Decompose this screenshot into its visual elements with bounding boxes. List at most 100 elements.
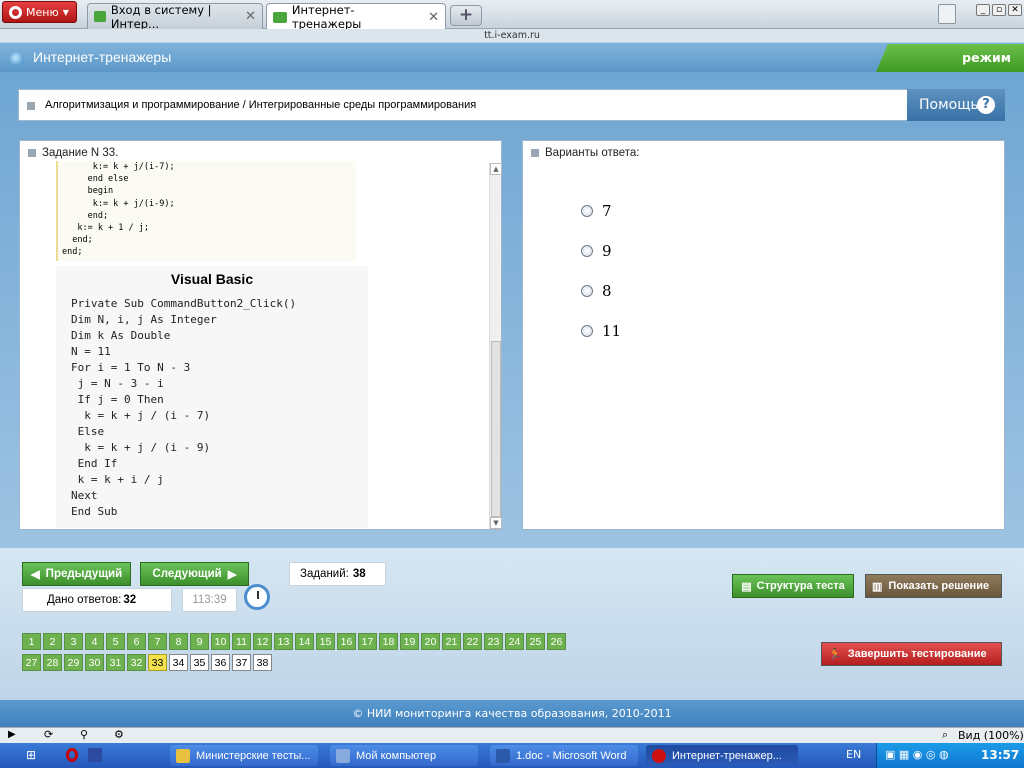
answer-option[interactable]: 11 [581, 322, 621, 340]
task-number[interactable]: 24 [505, 633, 524, 650]
tab-trainers[interactable]: Интернет-тренажеры ✕ [266, 3, 446, 31]
scroll-up-icon[interactable]: ▲ [490, 163, 502, 175]
settings-icon[interactable]: ⚙ [114, 728, 124, 741]
code-line: end; [62, 235, 93, 246]
task-number[interactable]: 35 [190, 654, 209, 671]
answer-option[interactable]: 8 [581, 282, 612, 300]
task-number[interactable]: 36 [211, 654, 230, 671]
vb-code-block: Visual Basic Private Sub CommandButton2_… [56, 266, 368, 528]
share-icon[interactable]: ⚲ [80, 728, 88, 741]
task-item[interactable]: 1.doc - Microsoft Word [490, 745, 638, 766]
finish-label: Завершить тестирование [847, 648, 987, 660]
vb-code: Private Sub CommandButton2_Click() Dim N,… [71, 296, 296, 520]
language-indicator[interactable]: EN [846, 748, 861, 761]
code-line: end else [62, 174, 129, 185]
refresh-icon[interactable]: ⟳ [44, 728, 53, 741]
task-scrollbar[interactable]: ▲ ▼ [489, 163, 502, 529]
scroll-down-icon[interactable]: ▼ [490, 517, 502, 529]
task-number[interactable]: 12 [253, 633, 272, 650]
task-number[interactable]: 20 [421, 633, 440, 650]
option-label: 8 [602, 282, 612, 300]
task-number[interactable]: 30 [85, 654, 104, 671]
next-button[interactable]: Следующий ▶ [140, 562, 249, 586]
task-number[interactable]: 2 [43, 633, 62, 650]
task-number[interactable]: 5 [106, 633, 125, 650]
tab-login[interactable]: Вход в систему | Интер... ✕ [87, 3, 263, 31]
task-number[interactable]: 21 [442, 633, 461, 650]
task-number[interactable]: 13 [274, 633, 293, 650]
task-number[interactable]: 26 [547, 633, 566, 650]
task-number[interactable]: 11 [232, 633, 251, 650]
restore-button[interactable]: ▫ [992, 4, 1006, 16]
opera-quicklaunch-icon[interactable] [66, 748, 78, 762]
trash-icon[interactable] [938, 4, 956, 24]
finish-button[interactable]: 🏃 Завершить тестирование [821, 642, 1002, 666]
address-bar[interactable]: tt.i-exam.ru [0, 29, 1024, 42]
quicklaunch-icon[interactable] [88, 748, 102, 762]
task-number[interactable]: 29 [64, 654, 83, 671]
tasks-count-box: Заданий: 38 [289, 562, 386, 586]
radio-button[interactable] [581, 325, 593, 337]
radio-button[interactable] [581, 205, 593, 217]
task-number[interactable]: 6 [127, 633, 146, 650]
task-number[interactable]: 27 [22, 654, 41, 671]
scroll-thumb[interactable] [491, 341, 501, 517]
task-number[interactable]: 15 [316, 633, 335, 650]
close-tab-icon[interactable]: ✕ [245, 9, 256, 24]
task-number[interactable]: 31 [106, 654, 125, 671]
answer-option[interactable]: 9 [581, 242, 612, 260]
close-window-button[interactable]: ✕ [1008, 4, 1022, 16]
task-number[interactable]: 38 [253, 654, 272, 671]
computer-icon [336, 748, 350, 763]
task-item[interactable]: Мой компьютер [330, 745, 478, 766]
tray-icons[interactable]: ▣ ▦ ◉ ◎ ◍ [885, 748, 949, 761]
radio-button[interactable] [581, 245, 593, 257]
task-number[interactable]: 34 [169, 654, 188, 671]
task-number[interactable]: 7 [148, 633, 167, 650]
structure-button[interactable]: ▤ Структура теста [732, 574, 854, 598]
new-tab-button[interactable]: + [450, 5, 482, 26]
code-line: k:= k + 1 / j; [62, 223, 149, 234]
task-item[interactable]: Интернет-тренажер... [646, 745, 798, 766]
code-line: end; [62, 210, 109, 221]
panel-toggle-icon[interactable]: ▶ [8, 729, 16, 740]
vb-title: Visual Basic [170, 271, 254, 287]
task-number[interactable]: 22 [463, 633, 482, 650]
code-line: k:= k + j/(i-9); [62, 198, 175, 209]
browser-tabbar: Меню ▼ Вход в систему | Интер... ✕ Интер… [0, 0, 1024, 31]
task-number[interactable]: 28 [43, 654, 62, 671]
task-item[interactable]: Министерские тесты... [170, 745, 318, 766]
task-number[interactable]: 1 [22, 633, 41, 650]
task-number[interactable]: 17 [358, 633, 377, 650]
minimize-button[interactable]: _ [976, 4, 990, 16]
tasks-label: Заданий: [300, 568, 349, 580]
close-tab-icon[interactable]: ✕ [428, 10, 439, 25]
zoom-level[interactable]: Вид (100%) [958, 729, 1024, 742]
task-number[interactable]: 8 [169, 633, 188, 650]
task-number[interactable]: 19 [400, 633, 419, 650]
task-panel: Задание N 33. k:= k + j/(i-7); end else … [19, 140, 502, 530]
task-number[interactable]: 3 [64, 633, 83, 650]
radio-button[interactable] [581, 285, 593, 297]
start-icon[interactable]: ⊞ [26, 748, 36, 762]
task-number[interactable]: 16 [337, 633, 356, 650]
task-number[interactable]: 9 [190, 633, 209, 650]
prev-button[interactable]: ◀ Предыдущий [22, 562, 131, 586]
task-label: 1.doc - Microsoft Word [516, 749, 627, 762]
task-number[interactable]: 14 [295, 633, 314, 650]
bullet-square-icon [28, 148, 36, 157]
task-number[interactable]: 25 [526, 633, 545, 650]
task-number[interactable]: 23 [484, 633, 503, 650]
task-number[interactable]: 37 [232, 654, 251, 671]
task-number[interactable]: 10 [211, 633, 230, 650]
answer-option[interactable]: 7 [581, 202, 612, 220]
zoom-icon[interactable]: ⌕ [942, 728, 948, 742]
task-number[interactable]: 4 [85, 633, 104, 650]
task-number[interactable]: 33 [148, 654, 167, 671]
task-number[interactable]: 32 [127, 654, 146, 671]
task-number[interactable]: 18 [379, 633, 398, 650]
show-solution-button[interactable]: ▥ Показать решение [865, 574, 1002, 598]
help-button[interactable]: Помощь ? [907, 89, 1005, 121]
clock-time[interactable]: 13:57 [981, 748, 1019, 762]
opera-menu-button[interactable]: Меню ▼ [2, 1, 77, 23]
